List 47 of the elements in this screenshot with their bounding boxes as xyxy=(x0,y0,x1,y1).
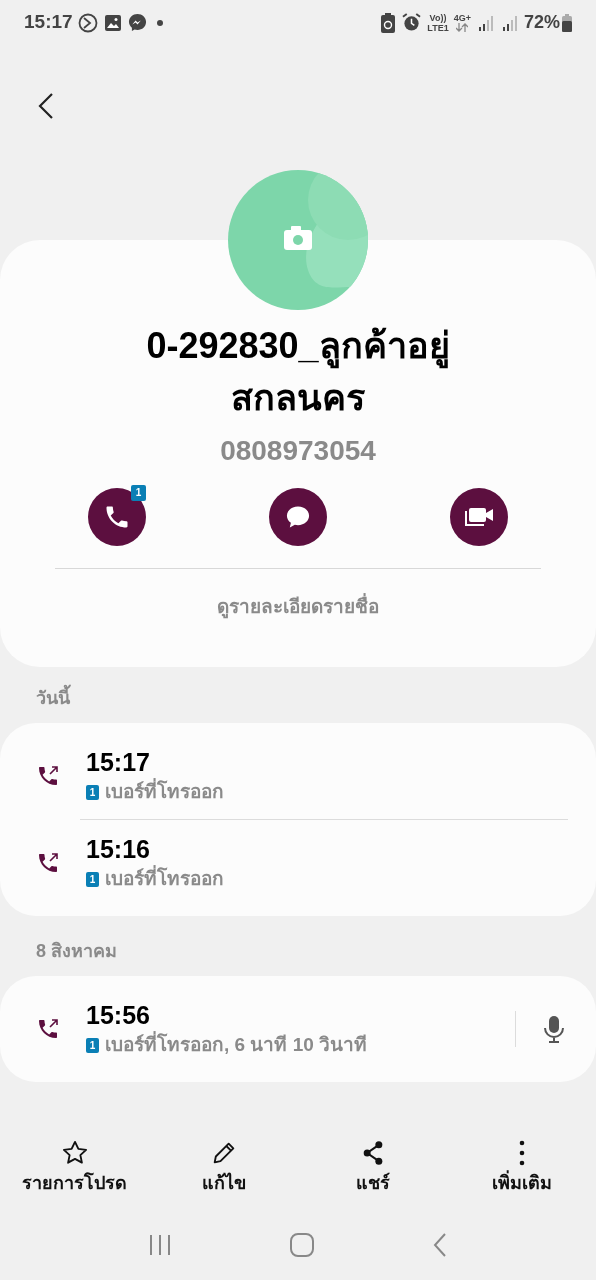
alarm-icon xyxy=(402,13,422,32)
dot-icon xyxy=(156,19,163,26)
sim-badge: 1 xyxy=(86,784,99,800)
signal-icon xyxy=(502,14,519,31)
clock-time: 15:17 xyxy=(24,10,73,35)
call-log-item[interactable]: 15:17 1 เบอร์ที่โทรออก xyxy=(0,733,596,819)
sim-badge: 1 xyxy=(86,1037,99,1053)
data-arrows-icon xyxy=(456,23,469,32)
outgoing-call-icon xyxy=(36,1017,60,1041)
battery-icon xyxy=(562,13,572,32)
image-icon xyxy=(103,13,122,32)
play-circle-icon xyxy=(77,12,98,33)
edit-button[interactable]: แก้ไข xyxy=(149,1136,298,1200)
date-heading: วันนี้ xyxy=(36,685,596,719)
message-button[interactable] xyxy=(269,488,327,546)
call-log-item[interactable]: 15:16 1 เบอร์ที่โทรออก xyxy=(0,820,596,906)
call-time: 15:56 xyxy=(86,999,151,1031)
star-icon xyxy=(60,1139,89,1167)
call-time: 15:17 xyxy=(86,746,151,778)
signal-icon xyxy=(478,14,495,31)
messenger-icon xyxy=(127,13,147,32)
sim-badge: 1 xyxy=(131,485,146,501)
call-detail: เบอร์ที่โทรออก xyxy=(105,864,224,891)
recent-apps-button[interactable] xyxy=(148,1233,173,1257)
call-button[interactable]: 1 xyxy=(88,488,146,546)
outgoing-call-icon xyxy=(36,764,60,788)
volte-label: Vo)) xyxy=(429,12,447,23)
call-detail: เบอร์ที่โทรออก, 6 นาที 10 วินาที xyxy=(105,1030,368,1057)
video-call-button[interactable] xyxy=(450,488,508,546)
contact-name: 0-292830_ลูกค้าอยู่ สกลนคร xyxy=(146,324,450,420)
call-detail: เบอร์ที่โทรออก xyxy=(105,777,224,804)
battery-saver-icon xyxy=(381,12,396,33)
home-button[interactable] xyxy=(289,1232,315,1258)
more-options-icon xyxy=(517,1139,526,1167)
share-button[interactable]: แชร์ xyxy=(298,1136,447,1200)
date-heading: 8 สิงหาคม xyxy=(36,940,118,963)
network-label: 4G+ xyxy=(453,13,471,23)
sim-badge: 1 xyxy=(86,871,99,887)
call-time: 15:16 xyxy=(86,833,151,865)
outgoing-call-icon xyxy=(36,851,60,875)
lte-label: LTE1 xyxy=(427,22,449,33)
more-button[interactable]: เพิ่มเติม xyxy=(447,1136,596,1200)
favorite-button[interactable]: รายการโปรด xyxy=(0,1136,149,1200)
nav-back-button[interactable] xyxy=(431,1232,448,1258)
battery-percent: 72% xyxy=(523,11,560,34)
phone-number: 0808973054 xyxy=(220,434,376,468)
microphone-icon xyxy=(543,1015,565,1043)
